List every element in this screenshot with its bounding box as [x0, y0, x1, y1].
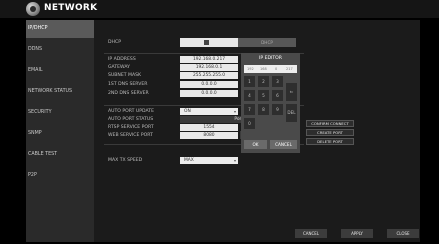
gateway-label: GATEWAY [108, 65, 130, 70]
chevron-down-icon: ▾ [233, 158, 236, 163]
ip-segment-2[interactable]: 168 [260, 65, 267, 73]
cancel-button[interactable]: CANCEL [270, 140, 297, 149]
sidebar-item-ddns[interactable]: DDNS [26, 41, 94, 59]
subnet-mask-field[interactable]: 255.255.255.0 [180, 72, 238, 79]
sidebar-item-email[interactable]: EMAIL [26, 62, 94, 80]
max-tx-speed-value: MAX [184, 158, 194, 163]
gateway-field[interactable]: 192.168.0.1 [180, 64, 238, 71]
key-1[interactable]: 1 [244, 76, 255, 87]
sidebar-item-network-status[interactable]: NETWORK STATUS [26, 83, 94, 101]
confirm-connect-button[interactable]: CONFIRM CONNECT [306, 120, 354, 127]
ip-editor-title: IP EDITOR [259, 56, 282, 61]
footer-close-button[interactable]: CLOSE [387, 229, 419, 238]
title-bar: NETWORK [0, 0, 439, 18]
sidebar-item-security[interactable]: SECURITY [26, 104, 94, 122]
rtsp-label: RTSP SERVICE PORT [108, 125, 154, 130]
dns1-field[interactable]: 0.0.0.0 [180, 81, 238, 88]
key-6[interactable]: 6 [272, 90, 283, 101]
sidebar-item-ip-dhcp[interactable]: IP/DHCP [26, 20, 94, 38]
sidebar-item-snmp[interactable]: SNMP [26, 125, 94, 143]
subnet-mask-label: SUBNET MASK [108, 73, 142, 78]
key-4[interactable]: 4 [244, 90, 255, 101]
key-9[interactable]: 9 [272, 104, 283, 115]
settings-content: DHCP DHCP IP ADDRESS 192.168.0.217 GATEW… [94, 20, 420, 242]
dns2-field[interactable]: 0.0.0.0 [180, 90, 238, 97]
dhcp-checkbox[interactable] [204, 40, 209, 45]
ip-segment-1[interactable]: 192 [247, 65, 254, 73]
settings-sidebar: IP/DHCP DDNS EMAIL NETWORK STATUS SECURI… [26, 20, 94, 242]
ip-editor-input[interactable]: 192 168 0 217 [244, 65, 297, 73]
ip-segment-4[interactable]: 217 [286, 65, 293, 73]
dns1-label: 1ST DNS SERVER [108, 82, 148, 87]
max-tx-speed-select[interactable]: MAX ▾ [180, 157, 238, 164]
auto-port-update-label: AUTO PORT UPDATE [108, 109, 154, 114]
ip-segment-3[interactable]: 0 [275, 65, 277, 73]
sidebar-item-p2p[interactable]: P2P [26, 167, 94, 185]
dhcp-label: DHCP [108, 40, 121, 45]
network-settings-panel: IP/DHCP DDNS EMAIL NETWORK STATUS SECURI… [26, 20, 420, 242]
web-port-field[interactable]: 8080 [180, 132, 238, 139]
backspace-arrow-icon[interactable]: ⇐ [286, 83, 297, 101]
footer-cancel-button[interactable]: CANCEL [295, 229, 327, 238]
ip-address-label: IP ADDRESS [108, 57, 136, 62]
rtsp-port-field[interactable]: 1554 [180, 124, 238, 131]
del-button[interactable]: DEL [286, 104, 297, 122]
sidebar-item-cable-test[interactable]: CABLE TEST [26, 146, 94, 164]
key-8[interactable]: 8 [258, 104, 269, 115]
auto-port-update-select[interactable]: ON ▾ [180, 108, 238, 115]
create-port-button[interactable]: CREATE PORT [306, 129, 354, 136]
key-2[interactable]: 2 [258, 76, 269, 87]
chevron-down-icon: ▾ [233, 109, 236, 114]
dhcp-right-text: DHCP [238, 38, 296, 47]
dhcp-toggle[interactable]: DHCP [180, 38, 296, 47]
footer-apply-button[interactable]: APPLY [341, 229, 373, 238]
ok-button[interactable]: OK [244, 140, 267, 149]
ip-address-field[interactable]: 192.168.0.217 [180, 56, 238, 63]
delete-port-button[interactable]: DELETE PORT [306, 138, 354, 145]
ip-editor-dialog: IP EDITOR 192 168 0 217 1 2 3 4 5 6 7 8 … [241, 53, 300, 153]
key-5[interactable]: 5 [258, 90, 269, 101]
key-3[interactable]: 3 [272, 76, 283, 87]
camera-logo-icon [26, 2, 40, 16]
key-7[interactable]: 7 [244, 104, 255, 115]
key-0[interactable]: 0 [244, 118, 255, 129]
web-label: WEB SERVICE PORT [108, 133, 153, 138]
auto-port-update-value: ON [184, 109, 191, 114]
max-tx-speed-label: MAX TX SPEED [108, 158, 143, 163]
dns2-label: 2ND DNS SERVER [108, 91, 149, 96]
auto-port-status-label: AUTO PORT STATUS [108, 117, 154, 122]
window-title: NETWORK [44, 3, 98, 13]
